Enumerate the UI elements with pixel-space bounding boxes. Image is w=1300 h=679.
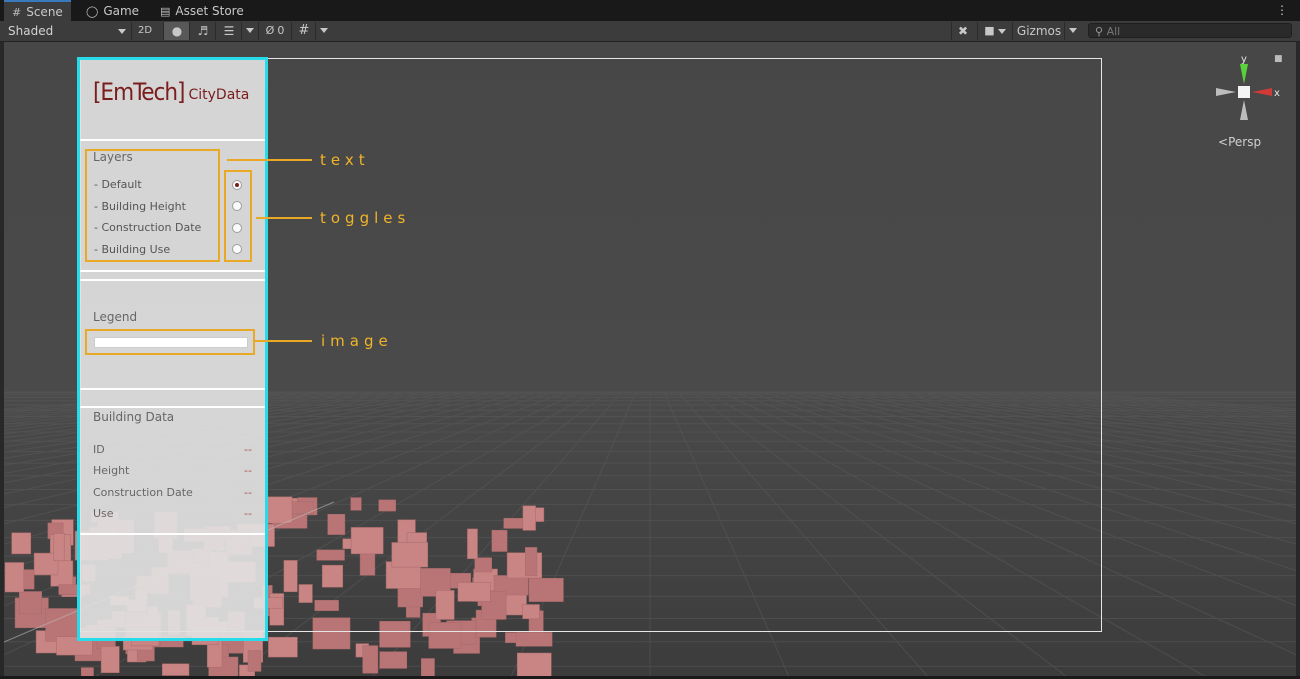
speaker-icon: ♬ xyxy=(197,24,209,38)
chevron-down-icon xyxy=(320,27,328,33)
building-block xyxy=(247,650,262,672)
shading-mode-dropdown[interactable]: Shaded xyxy=(0,21,126,41)
perspective-icon: < xyxy=(1218,135,1229,149)
building-block xyxy=(421,658,435,676)
tools-button[interactable]: ✖ xyxy=(951,22,974,40)
grid-dropdown[interactable] xyxy=(315,22,332,40)
audio-toggle-button[interactable]: ♬ xyxy=(189,22,216,40)
chevron-down-icon xyxy=(1069,27,1077,33)
building-block xyxy=(362,645,379,674)
chevron-down-icon xyxy=(118,29,126,34)
building-block xyxy=(268,636,298,658)
building-id-label: ID xyxy=(93,443,105,456)
gizmos-dropdown[interactable] xyxy=(1064,22,1081,40)
text-highlight-box xyxy=(85,149,220,262)
search-icon: ⚲ xyxy=(1095,25,1104,38)
image-annotation-line xyxy=(255,340,312,342)
more-options-icon[interactable]: ⋮ xyxy=(1276,3,1288,17)
building-block xyxy=(53,533,65,562)
separator xyxy=(80,406,265,408)
building-block xyxy=(4,562,25,593)
building-block xyxy=(379,651,408,669)
image-highlight-box xyxy=(85,329,255,355)
eye-slash-icon: Ø xyxy=(265,24,275,37)
separator xyxy=(80,270,265,272)
hierarchy-search-input[interactable]: ⚲ All xyxy=(1088,23,1292,38)
scene-toolbar: Shaded 2D ● ♬ ☰ Ø 0 # ✖ ■ Gizmos ⚲ All xyxy=(0,21,1300,42)
grid-snap-icon: # xyxy=(298,23,310,38)
editor-tab-bar: # Scene ◯ Game ▤ Asset Store ⋮ xyxy=(0,0,1300,23)
grid-icon: # xyxy=(12,6,22,19)
construction-date-value: -- xyxy=(244,486,252,499)
neg-y-axis-cone[interactable] xyxy=(1240,100,1248,120)
building-block xyxy=(11,532,32,555)
tab-scene[interactable]: # Scene xyxy=(4,0,71,23)
y-axis-label: y xyxy=(1241,54,1247,65)
grid-toggle-button[interactable]: # xyxy=(291,22,316,40)
toggles-annotation-label: toggles xyxy=(320,209,411,227)
construction-date-label: Construction Date xyxy=(93,486,193,499)
x-axis-cone[interactable] xyxy=(1252,88,1272,96)
toggles-highlight-box xyxy=(224,170,252,262)
building-use-value: -- xyxy=(244,507,252,520)
building-block xyxy=(515,632,553,647)
separator xyxy=(80,388,265,390)
building-data-heading: Building Data xyxy=(93,410,175,424)
bag-icon: ▤ xyxy=(160,5,171,18)
emtech-logo-text: [EmTech] xyxy=(93,78,185,106)
building-block xyxy=(516,652,552,676)
app-title: [EmTech] CityData xyxy=(93,78,249,106)
gizmo-center-cube[interactable] xyxy=(1238,86,1250,98)
chevron-down-icon xyxy=(997,28,1006,34)
gamepad-icon: ◯ xyxy=(86,5,99,18)
building-id-value: -- xyxy=(244,443,252,456)
citydata-title: CityData xyxy=(188,87,250,103)
tab-asset-store[interactable]: ▤ Asset Store xyxy=(152,2,252,21)
separator xyxy=(80,533,265,535)
camera-icon: ■ xyxy=(984,24,995,37)
building-height-label: Height xyxy=(93,464,130,477)
building-block xyxy=(80,667,94,676)
building-block xyxy=(162,663,190,676)
building-height-value: -- xyxy=(244,464,252,477)
x-axis-label: x xyxy=(1274,88,1280,99)
text-annotation-line xyxy=(227,159,312,161)
hidden-objects-toggle[interactable]: Ø 0 xyxy=(258,22,291,40)
separator xyxy=(80,139,265,141)
gizmos-button[interactable]: Gizmos xyxy=(1012,22,1065,40)
neg-x-axis-cone[interactable] xyxy=(1216,88,1236,96)
scene-viewport[interactable]: [EmTech] CityData Layers - Default - Buil… xyxy=(4,42,1296,676)
camera-settings-button[interactable]: ■ xyxy=(977,22,1012,40)
image-annotation-label: image xyxy=(321,332,393,350)
chevron-down-icon xyxy=(246,27,254,33)
toggle-2d-button[interactable]: 2D xyxy=(131,22,158,40)
legend-heading: Legend xyxy=(93,310,138,324)
tools-icon: ✖ xyxy=(957,24,969,38)
lighting-toggle-button[interactable]: ● xyxy=(163,22,190,40)
tab-game[interactable]: ◯ Game xyxy=(78,2,147,21)
projection-toggle[interactable]: <Persp xyxy=(1218,135,1261,149)
text-annotation-label: text xyxy=(320,151,370,169)
effects-toggle-button[interactable]: ☰ xyxy=(215,22,242,40)
toggles-annotation-line xyxy=(256,217,312,219)
y-axis-cone[interactable] xyxy=(1240,64,1248,84)
building-block xyxy=(100,646,120,673)
separator xyxy=(80,279,265,281)
lightbulb-icon: ● xyxy=(171,24,183,38)
building-block xyxy=(19,591,42,615)
layers-icon: ☰ xyxy=(223,24,235,38)
building-use-label: Use xyxy=(93,507,114,520)
lock-icon[interactable]: ■ xyxy=(1274,54,1283,64)
effects-dropdown[interactable] xyxy=(241,22,258,40)
